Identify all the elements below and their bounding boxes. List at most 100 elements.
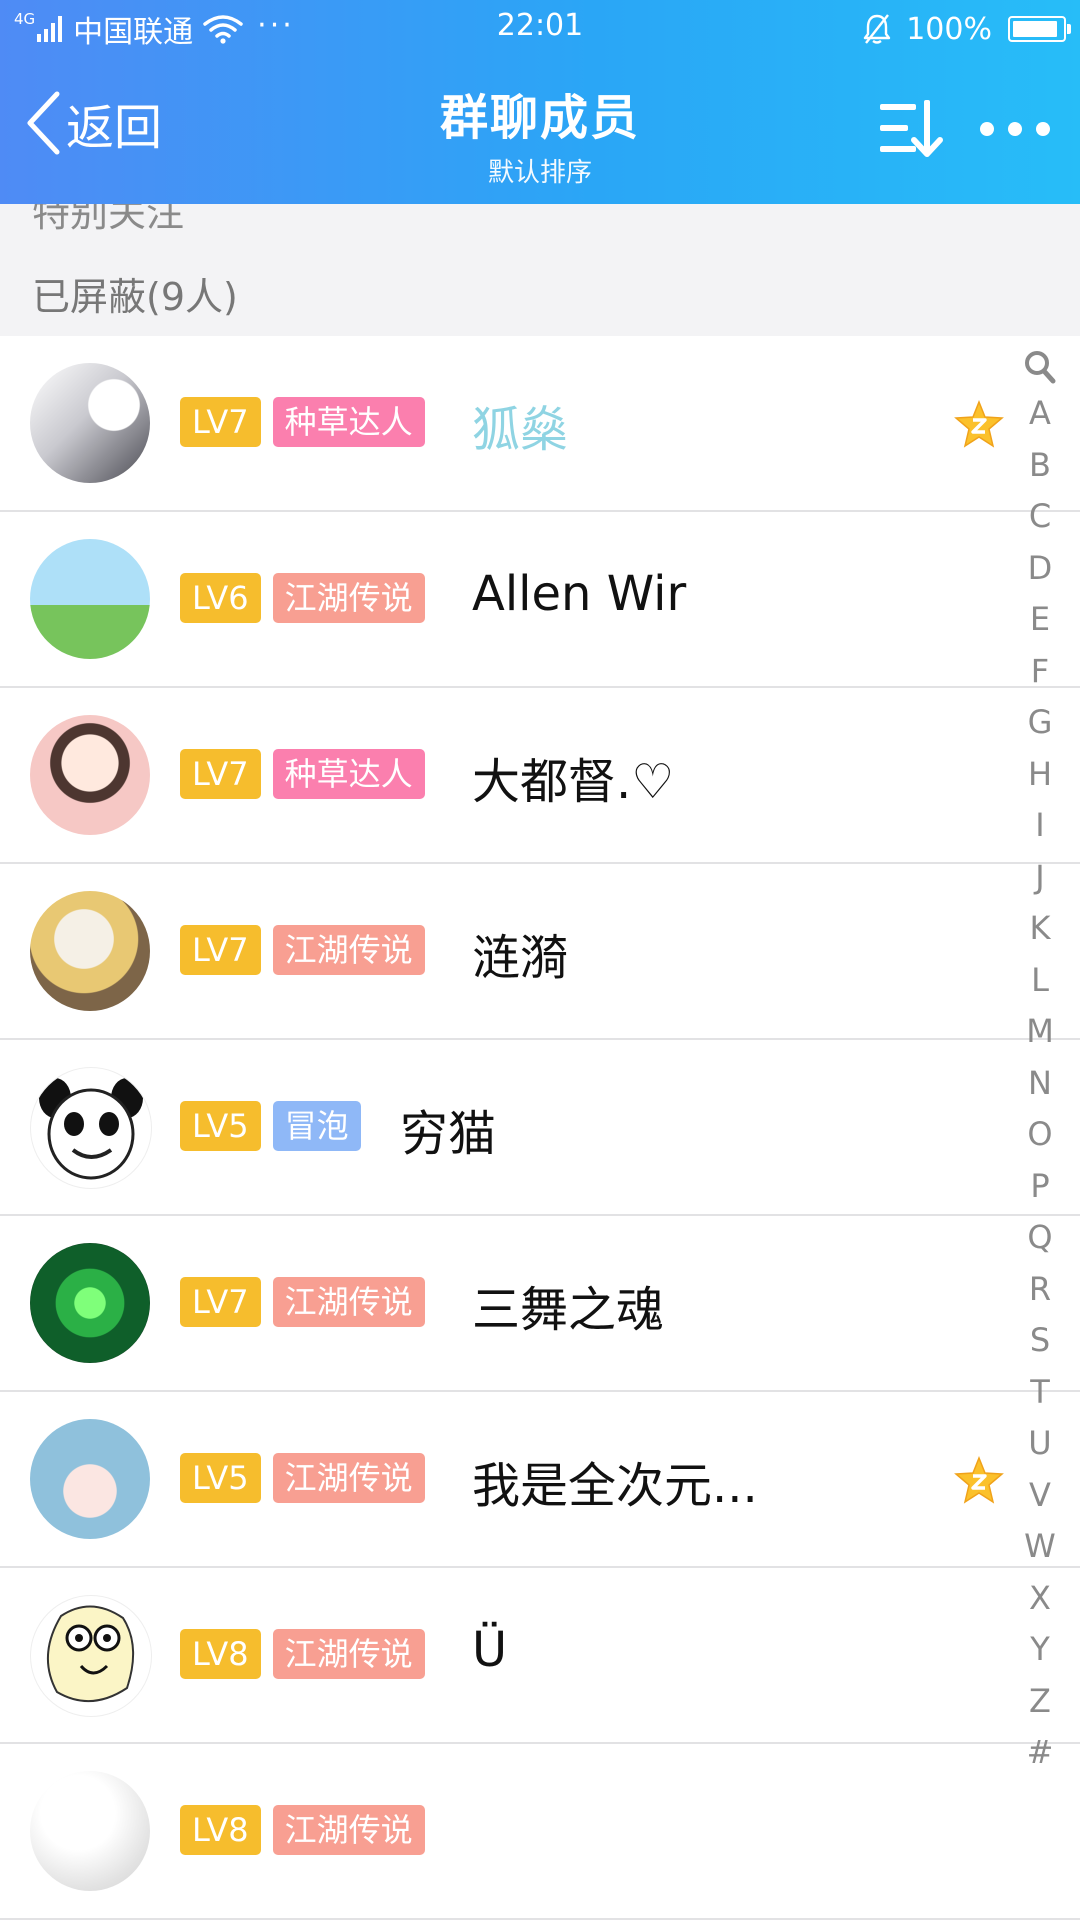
level-badge: LV7 [180, 925, 261, 975]
index-letter-b[interactable]: B [1016, 446, 1064, 484]
title-badge: 种草达人 [272, 397, 425, 447]
more-dot-icon [980, 122, 994, 136]
member-row[interactable]: LV7 种草达人 大都督.♡ [0, 688, 1080, 864]
member-row[interactable]: LV7 江湖传说 三舞之魂 [0, 1216, 1080, 1392]
index-letter-y[interactable]: Y [1016, 1630, 1064, 1668]
index-letter-m[interactable]: M [1016, 1012, 1064, 1050]
index-letter-hash[interactable]: # [1016, 1733, 1064, 1771]
index-search-icon[interactable] [1024, 350, 1056, 384]
level-badge: LV5 [180, 1101, 261, 1151]
level-badge: LV8 [180, 1805, 261, 1855]
more-options-button[interactable] [980, 114, 1050, 144]
avatar[interactable] [30, 1243, 150, 1363]
member-name: Ü [472, 1622, 508, 1678]
index-letter-o[interactable]: O [1016, 1115, 1064, 1153]
cartoon-face-icon [47, 1605, 135, 1703]
battery-icon [1008, 16, 1071, 42]
sort-icon [880, 100, 943, 157]
avatar[interactable] [30, 715, 150, 835]
member-name: 涟漪 [472, 930, 569, 986]
avatar[interactable] [30, 363, 150, 483]
title-badge: 江湖传说 [272, 1629, 425, 1679]
level-badge: LV5 [180, 1453, 261, 1503]
more-dot-icon [1008, 122, 1022, 136]
avatar[interactable] [30, 1771, 150, 1891]
member-name: 穷猫 [400, 1106, 497, 1162]
special-follow-section-label: 特别关注 [32, 204, 185, 235]
star-badge-icon [954, 400, 1004, 448]
title-bar: 返回 群聊成员 默认排序 [0, 56, 1080, 204]
level-badge: LV6 [180, 573, 261, 623]
status-right: 100% [862, 6, 1071, 52]
index-letter-p[interactable]: P [1016, 1167, 1064, 1205]
member-badges: LV5 冒泡 [180, 1101, 361, 1151]
avatar[interactable] [30, 539, 150, 659]
avatar[interactable] [30, 1595, 152, 1717]
member-badges: LV8 江湖传说 [180, 1805, 425, 1855]
index-letter-v[interactable]: V [1016, 1476, 1064, 1514]
level-badge: LV7 [180, 749, 261, 799]
sort-button[interactable] [878, 96, 946, 160]
title-badge: 种草达人 [272, 749, 425, 799]
member-badges: LV7 种草达人 [180, 397, 425, 447]
member-badges: LV7 江湖传说 [180, 1277, 425, 1327]
member-name: 三舞之魂 [472, 1282, 665, 1338]
title-badge: 冒泡 [272, 1101, 361, 1151]
index-letter-t[interactable]: T [1016, 1373, 1064, 1411]
member-list: LV7 种草达人 狐燊 LV6 江湖传说 Allen Wir LV7 种草达人 … [0, 336, 1080, 1920]
index-letter-f[interactable]: F [1016, 652, 1064, 690]
index-letter-i[interactable]: I [1016, 806, 1064, 844]
index-letter-r[interactable]: R [1016, 1270, 1064, 1308]
avatar[interactable] [30, 1419, 150, 1539]
index-letter-q[interactable]: Q [1016, 1218, 1064, 1256]
index-letter-l[interactable]: L [1016, 961, 1064, 999]
index-letter-e[interactable]: E [1016, 600, 1064, 638]
status-bar: 4G 中国联通 ··· 22:01 100% [0, 0, 1080, 56]
member-badges: LV7 种草达人 [180, 749, 425, 799]
member-row[interactable]: LV5 江湖传说 我是全次元... [0, 1392, 1080, 1568]
member-badges: LV7 江湖传说 [180, 925, 425, 975]
index-letter-u[interactable]: U [1016, 1424, 1064, 1462]
member-name: Allen Wir [472, 566, 687, 622]
avatar[interactable] [30, 891, 150, 1011]
section-headers: 特别关注 已屏蔽(9人) [0, 204, 1080, 336]
index-letter-h[interactable]: H [1016, 755, 1064, 793]
index-letter-a[interactable]: A [1016, 394, 1064, 432]
blocked-section-label[interactable]: 已屏蔽(9人) [32, 266, 238, 321]
index-letter-g[interactable]: G [1016, 703, 1064, 741]
title-badge: 江湖传说 [272, 925, 425, 975]
mute-bell-icon [864, 14, 891, 44]
member-row[interactable]: LV7 江湖传说 涟漪 [0, 864, 1080, 1040]
title-badge: 江湖传说 [272, 573, 425, 623]
member-row[interactable]: LV5 冒泡 穷猫 [0, 1040, 1080, 1216]
member-row[interactable]: LV6 江湖传说 Allen Wir [0, 512, 1080, 688]
member-row[interactable]: LV8 江湖传说 Ü [0, 1568, 1080, 1744]
member-badges: LV8 江湖传说 [180, 1629, 425, 1679]
index-letter-w[interactable]: W [1016, 1527, 1064, 1565]
level-badge: LV7 [180, 397, 261, 447]
index-letter-x[interactable]: X [1016, 1579, 1064, 1617]
index-letter-c[interactable]: C [1016, 497, 1064, 535]
header: 4G 中国联通 ··· 22:01 100% 返回 群聊成员 默认排序 [0, 0, 1080, 204]
index-letter-s[interactable]: S [1016, 1321, 1064, 1359]
star-badge-icon [954, 1456, 1004, 1504]
avatar[interactable] [30, 1067, 152, 1189]
more-dot-icon [1036, 122, 1050, 136]
member-badges: LV5 江湖传说 [180, 1453, 425, 1503]
level-badge: LV8 [180, 1629, 261, 1679]
member-row[interactable]: LV8 江湖传说 [0, 1744, 1080, 1920]
panda-face-icon [39, 1078, 143, 1180]
battery-fill [1013, 21, 1057, 37]
level-badge: LV7 [180, 1277, 261, 1327]
member-name: 大都督.♡ [472, 754, 675, 810]
member-row[interactable]: LV7 种草达人 狐燊 [0, 336, 1080, 512]
index-letter-z[interactable]: Z [1016, 1682, 1064, 1720]
member-name: 狐燊 [472, 402, 569, 458]
index-letter-k[interactable]: K [1016, 909, 1064, 947]
title-badge: 江湖传说 [272, 1277, 425, 1327]
index-letter-n[interactable]: N [1016, 1064, 1064, 1102]
member-badges: LV6 江湖传说 [180, 573, 425, 623]
index-letter-d[interactable]: D [1016, 549, 1064, 587]
title-badge: 江湖传说 [272, 1453, 425, 1503]
index-letter-j[interactable]: J [1016, 858, 1064, 896]
